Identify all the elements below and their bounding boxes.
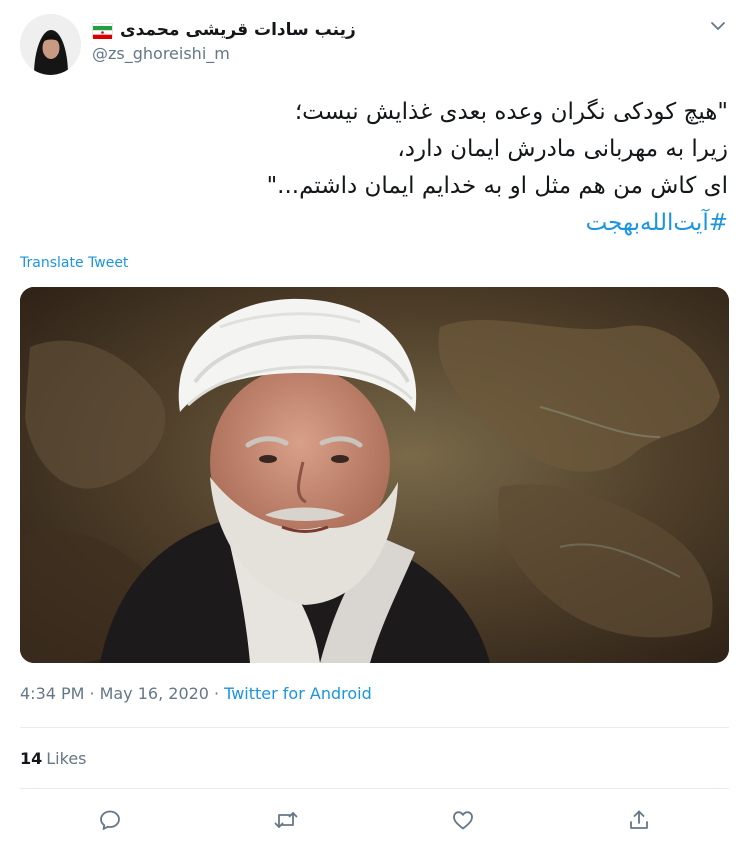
meta-separator: · xyxy=(213,684,220,703)
tweet-source-link[interactable]: Twitter for Android xyxy=(224,684,372,703)
retweet-icon[interactable] xyxy=(272,806,300,834)
tweet-date[interactable]: May 16, 2020 xyxy=(100,684,209,703)
tweet-meta: 4:34 PM · May 16, 2020 · Twitter for Android xyxy=(20,684,372,703)
tweet-time[interactable]: 4:34 PM xyxy=(20,684,84,703)
iran-flag-icon xyxy=(92,22,113,39)
tweet-text: "هیچ کودکی نگران وعده بعدی غذایش نیست؛ ز… xyxy=(28,94,728,242)
reply-icon[interactable] xyxy=(96,806,124,834)
likes-label: Likes xyxy=(46,749,87,768)
meta-separator: · xyxy=(89,684,95,703)
author-handle[interactable]: @zs_ghoreishi_m xyxy=(92,44,230,63)
chevron-down-icon[interactable] xyxy=(708,18,728,32)
likes-number: 14 xyxy=(20,749,43,768)
translate-tweet-link[interactable]: Translate Tweet xyxy=(20,255,128,271)
avatar[interactable] xyxy=(20,14,81,75)
like-heart-icon[interactable] xyxy=(449,806,477,834)
hashtag-link[interactable]: #آیت‌الله‌بهجت xyxy=(28,205,728,242)
likes-count[interactable]: 14 Likes xyxy=(20,749,87,768)
share-icon[interactable] xyxy=(625,806,653,834)
divider xyxy=(20,788,729,789)
tweet-line: ای کاش من هم مثل او به خدایم ایمان داشتم… xyxy=(266,173,728,199)
tweet-photo[interactable] xyxy=(20,287,729,663)
divider xyxy=(20,727,729,728)
tweet-line: "هیچ کودکی نگران وعده بعدی غذایش نیست؛ xyxy=(294,99,728,125)
author-display-name[interactable]: زینب سادات قریشی محمدی xyxy=(120,20,356,40)
tweet-line: زیرا به مهربانی مادرش ایمان دارد، xyxy=(397,136,728,162)
